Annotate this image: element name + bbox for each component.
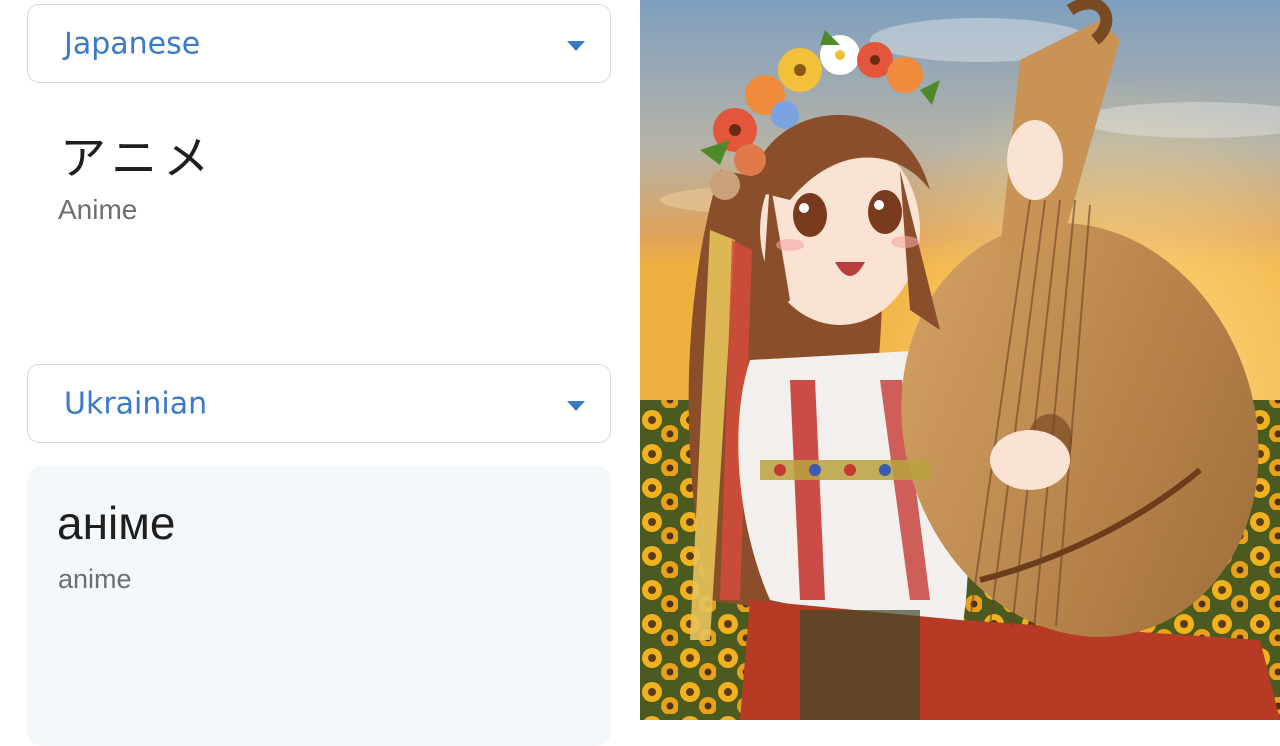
translated-transliteration: anime — [58, 564, 132, 594]
source-text: アニメ — [60, 131, 216, 185]
source-language-select[interactable]: Japanese — [27, 4, 611, 83]
translated-text: аніме — [57, 497, 176, 549]
source-language-label: Japanese — [64, 26, 201, 61]
translator-panel: Japanese アニメ Anime Ukrainian аніме anime — [0, 0, 640, 746]
chevron-down-icon[interactable] — [567, 40, 585, 51]
chevron-down-icon[interactable] — [567, 400, 585, 411]
illustration-image — [640, 0, 1280, 720]
source-transliteration: Anime — [58, 194, 138, 225]
target-language-label: Ukrainian — [64, 386, 208, 421]
target-language-select[interactable]: Ukrainian — [27, 364, 611, 443]
translation-output-box: аніме anime — [27, 466, 611, 746]
